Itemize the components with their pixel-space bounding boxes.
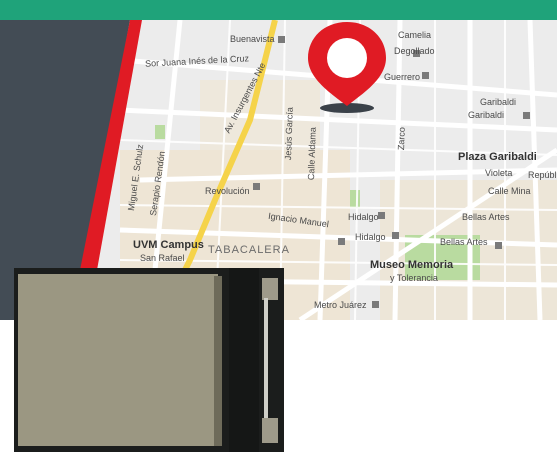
map-label-san-rafael: San Rafael [140,253,185,263]
map-label-jesus-garcia: Jesús García [283,107,295,161]
map-label-tabacalera: TABACALERA [208,244,290,256]
map-label-revolucion: Revolución [205,186,250,196]
map-label-plaza-garibaldi: Plaza Garibaldi [458,151,537,163]
map-pin-icon [308,22,386,113]
map-label-bellas-artes-1: Bellas Artes [462,212,510,222]
top-accent-bar [0,0,557,20]
map-label-republica: Repúbl [528,170,557,180]
map-label-museo-memoria: Museo Memoria [370,259,454,271]
map-label-y-tolerancia: y Tolerancia [390,273,438,283]
map-label-hidalgo-1: Hidalgo [348,212,379,222]
map-label-garibaldi-2: Garibaldi [468,110,505,120]
map-label-buenavista: Buenavista [230,34,275,44]
map-label-violeta: Violeta [485,168,513,178]
map-label-garibaldi-1: Garibaldi [480,97,517,107]
map-label-degollado: Degollado [394,46,435,56]
map-label-metro-juarez: Metro Juárez [314,300,367,310]
map-label-calle-mina: Calle Mina [488,186,531,196]
map-label-bellas-artes-2: Bellas Artes [440,237,488,247]
map-label-hidalgo-2: Hidalgo [355,232,386,242]
map-label-zarco: Zarco [396,126,407,151]
product-photo [14,268,284,452]
map-label-camelia: Camelia [398,30,432,40]
map-label-calle-aldama: Calle Aldama [306,127,318,181]
map-label-uvm-campus: UVM Campus [133,239,204,251]
